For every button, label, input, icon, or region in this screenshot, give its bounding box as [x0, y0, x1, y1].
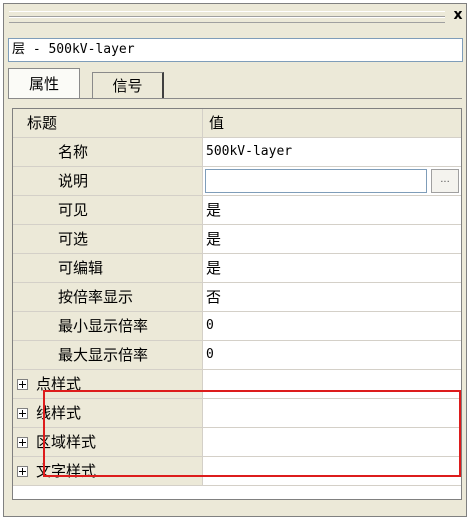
header-value: 值 [209, 114, 225, 132]
property-row-visible[interactable]: 可见 是 [13, 196, 461, 225]
property-row-selectable[interactable]: 可选 是 [13, 225, 461, 254]
tab-bar: 属性 信号 [8, 68, 463, 98]
property-row-max-scale[interactable]: 最大显示倍率 0 [13, 341, 461, 370]
expand-icon[interactable] [17, 408, 28, 419]
property-value-max-scale[interactable]: 0 [205, 341, 462, 369]
group-value [205, 428, 461, 456]
group-label[interactable]: 文字样式 [13, 457, 203, 485]
group-value [205, 457, 461, 485]
group-value [205, 399, 461, 427]
ellipsis-button[interactable]: ... [431, 169, 459, 193]
expand-icon[interactable] [17, 437, 28, 448]
description-input[interactable] [205, 169, 427, 193]
expand-icon[interactable] [17, 379, 28, 390]
layer-selector[interactable]: 层 - 500kV-layer [8, 38, 463, 62]
property-value-scale-display[interactable]: 否 [205, 283, 462, 311]
properties-panel: x 层 - 500kV-layer 属性 信号 标题 值 名称 500kV-la… [3, 3, 467, 517]
grid-header-row: 标题 值 [13, 109, 461, 138]
property-label: 可选 [13, 225, 203, 253]
group-label[interactable]: 线样式 [13, 399, 203, 427]
property-label: 可见 [13, 196, 203, 224]
property-grid: 标题 值 名称 500kV-layer 说明 ... 可见 是 可选 是 可编辑… [12, 108, 462, 500]
header-title: 标题 [13, 109, 203, 137]
property-row-min-scale[interactable]: 最小显示倍率 0 [13, 312, 461, 341]
group-value [205, 370, 461, 398]
property-row-editable[interactable]: 可编辑 是 [13, 254, 461, 283]
property-label: 最小显示倍率 [13, 312, 203, 340]
property-label: 说明 [13, 167, 203, 195]
property-value-name[interactable]: 500kV-layer [205, 138, 462, 166]
property-value-editable[interactable]: 是 [205, 254, 462, 282]
drag-grip[interactable] [9, 11, 445, 23]
tab-properties[interactable]: 属性 [8, 68, 80, 98]
property-value-min-scale[interactable]: 0 [205, 312, 462, 340]
close-icon[interactable]: x [451, 5, 465, 25]
property-row-description[interactable]: 说明 ... [13, 167, 461, 196]
property-value-selectable[interactable]: 是 [205, 225, 462, 253]
property-row-name[interactable]: 名称 500kV-layer [13, 138, 461, 167]
tab-divider [8, 98, 462, 99]
group-label[interactable]: 点样式 [13, 370, 203, 398]
group-row-area-style[interactable]: 区域样式 [13, 428, 461, 457]
group-label[interactable]: 区域样式 [13, 428, 203, 456]
panel-titlebar[interactable]: x [5, 5, 465, 29]
group-row-text-style[interactable]: 文字样式 [13, 457, 461, 486]
tab-signals[interactable]: 信号 [92, 72, 164, 98]
property-row-scale-display[interactable]: 按倍率显示 否 [13, 283, 461, 312]
group-row-line-style[interactable]: 线样式 [13, 399, 461, 428]
property-label: 名称 [13, 138, 203, 166]
group-row-point-style[interactable]: 点样式 [13, 370, 461, 399]
property-value-visible[interactable]: 是 [205, 196, 462, 224]
property-label: 可编辑 [13, 254, 203, 282]
property-label: 按倍率显示 [13, 283, 203, 311]
expand-icon[interactable] [17, 466, 28, 477]
property-label: 最大显示倍率 [13, 341, 203, 369]
